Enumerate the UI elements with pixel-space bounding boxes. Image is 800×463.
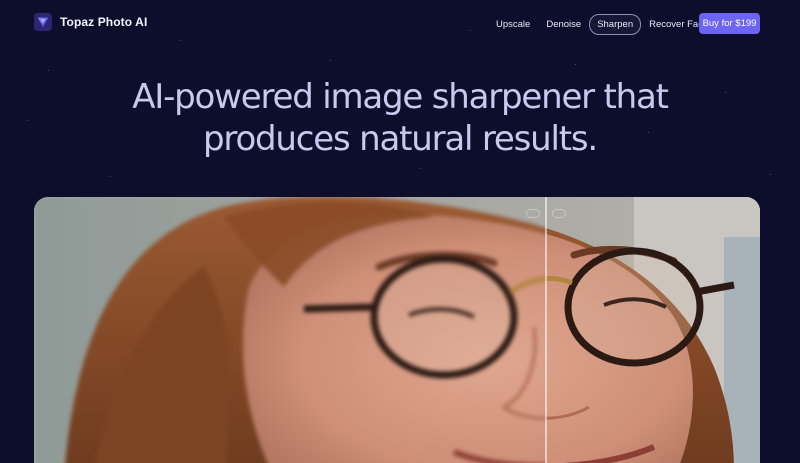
nav-links: Upscale Denoise Sharpen Recover Faces xyxy=(488,14,721,35)
brand[interactable]: Topaz Photo AI xyxy=(34,13,147,31)
nav-link-upscale[interactable]: Upscale xyxy=(488,14,538,35)
nav-link-sharpen[interactable]: Sharpen xyxy=(589,14,642,35)
portrait-photo xyxy=(34,197,760,463)
headline-line-1: AI-powered image sharpener that xyxy=(132,77,669,117)
top-navigation: Topaz Photo AI Upscale Denoise Sharpen R… xyxy=(0,0,800,48)
headline-line-2: produces natural results. xyxy=(203,119,598,159)
hero-headline: AI-powered image sharpener that produces… xyxy=(0,76,800,160)
after-label-pill xyxy=(552,209,566,218)
comparison-slider-divider[interactable] xyxy=(545,197,547,463)
before-after-comparison[interactable] xyxy=(34,197,760,463)
nav-link-denoise[interactable]: Denoise xyxy=(538,14,589,35)
brand-name: Topaz Photo AI xyxy=(60,15,148,29)
before-label-pill xyxy=(526,209,540,218)
buy-button[interactable]: Buy for $199 xyxy=(699,13,760,34)
topaz-logo-icon xyxy=(34,13,52,31)
